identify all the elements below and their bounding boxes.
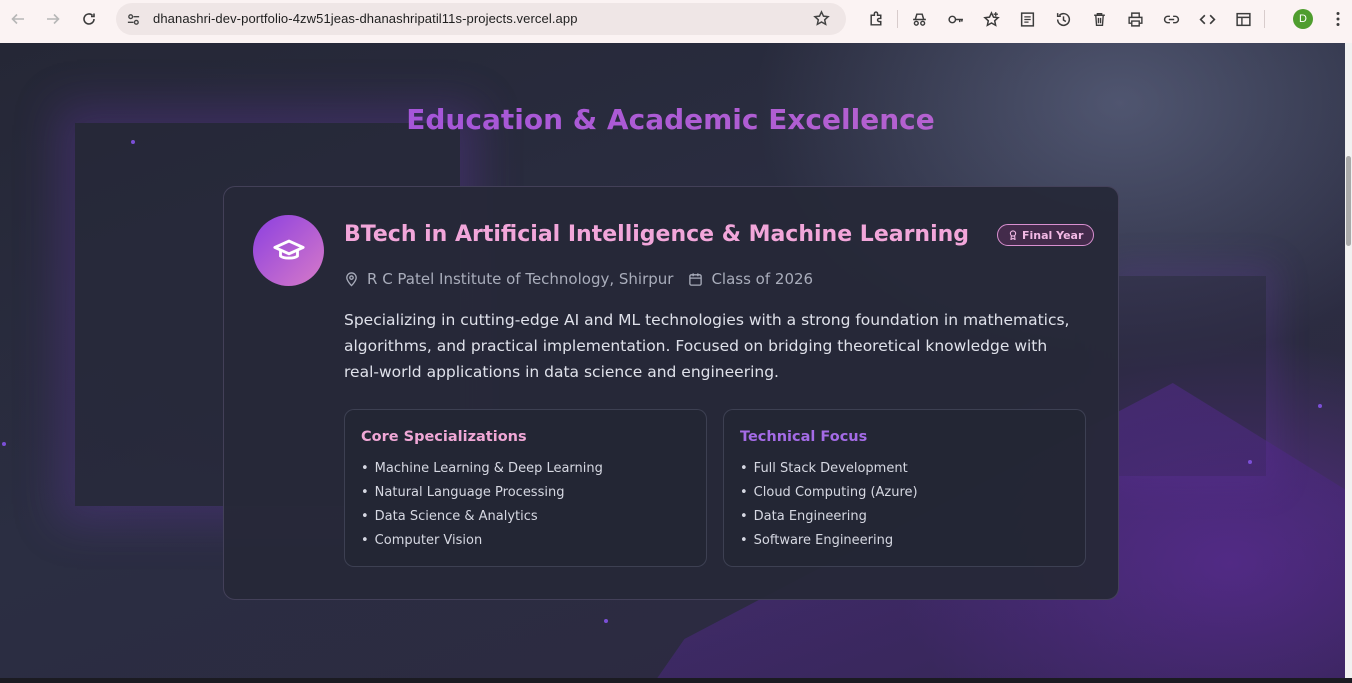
browser-menu-icon[interactable]: [1328, 9, 1348, 29]
map-pin-icon: [346, 271, 357, 287]
background-particle: [1318, 404, 1322, 408]
bottom-edge: [0, 678, 1352, 683]
list-item: Data Science & Analytics: [361, 508, 603, 532]
institution: R C Patel Institute of Technology, Shirp…: [344, 270, 673, 288]
reload-icon: [83, 13, 95, 25]
side-panel-icon[interactable]: [1225, 1, 1261, 37]
bookmark-star-icon[interactable]: [813, 10, 830, 31]
calendar-icon: [689, 272, 703, 286]
status-badge: Final Year: [997, 224, 1095, 246]
core-specializations-list: Machine Learning & Deep Learning Natural…: [361, 460, 603, 556]
background-particle: [131, 140, 135, 144]
page-scrollbar[interactable]: [1345, 43, 1352, 678]
status-badge-label: Final Year: [1022, 228, 1084, 242]
education-description: Specializing in cutting-edge AI and ML t…: [344, 311, 1070, 381]
arrow-right-icon: [47, 13, 60, 25]
list-item: Computer Vision: [361, 532, 603, 556]
address-bar[interactable]: dhanashri-dev-portfolio-4zw51jeas-dhanas…: [116, 3, 846, 35]
browser-toolbar: dhanashri-dev-portfolio-4zw51jeas-dhanas…: [0, 0, 1352, 43]
list-item: Natural Language Processing: [361, 484, 603, 508]
bookmarks-star-icon[interactable]: [973, 1, 1009, 37]
toolbar-icons: [858, 0, 1268, 38]
url-text[interactable]: dhanashri-dev-portfolio-4zw51jeas-dhanas…: [153, 11, 578, 26]
class-of-text: Class of 2026: [711, 270, 814, 288]
reading-list-icon[interactable]: [1009, 1, 1045, 37]
graduation-cap-icon: [272, 239, 305, 259]
back-button[interactable]: [0, 1, 36, 37]
list-item: Software Engineering: [740, 532, 918, 556]
core-specializations-title: Core Specializations: [361, 429, 527, 445]
delete-icon[interactable]: [1081, 1, 1117, 37]
technical-focus-title: Technical Focus: [740, 429, 868, 445]
password-key-icon[interactable]: [937, 1, 973, 37]
education-meta: R C Patel Institute of Technology, Shirp…: [344, 270, 813, 288]
toolbar-divider: [897, 10, 898, 28]
arrow-left-icon: [11, 13, 24, 25]
forward-button[interactable]: [35, 1, 71, 37]
technical-focus-box: Technical Focus Full Stack Development C…: [723, 409, 1086, 567]
extensions-icon[interactable]: [858, 1, 894, 37]
section-title: Education & Academic Excellence: [0, 103, 1341, 136]
scrollbar-thumb[interactable]: [1346, 156, 1351, 246]
toolbar-divider: [1264, 10, 1265, 28]
core-specializations-box: Core Specializations Machine Learning & …: [344, 409, 707, 567]
incognito-icon[interactable]: [901, 1, 937, 37]
degree-title: BTech in Artificial Intelligence & Machi…: [344, 222, 970, 247]
technical-focus-list: Full Stack Development Cloud Computing (…: [740, 460, 918, 556]
list-item: Cloud Computing (Azure): [740, 484, 918, 508]
list-item: Machine Learning & Deep Learning: [361, 460, 603, 484]
background-particle: [1248, 460, 1252, 464]
list-item: Full Stack Development: [740, 460, 918, 484]
education-card: BTech in Artificial Intelligence & Machi…: [223, 186, 1119, 600]
print-icon[interactable]: [1117, 1, 1153, 37]
history-icon[interactable]: [1045, 1, 1081, 37]
profile-avatar[interactable]: D: [1293, 9, 1313, 29]
institution-name: R C Patel Institute of Technology, Shirp…: [367, 270, 674, 288]
graduation-year: Class of 2026: [688, 270, 813, 288]
link-icon[interactable]: [1153, 1, 1189, 37]
background-particle: [2, 442, 6, 446]
background-particle: [604, 619, 608, 623]
reload-button[interactable]: [71, 1, 107, 37]
list-item: Data Engineering: [740, 508, 918, 532]
award-icon: [1009, 230, 1017, 240]
graduation-cap-badge: [253, 215, 324, 286]
site-settings-icon[interactable]: [122, 8, 144, 30]
education-section: Education & Academic Excellence BTech in…: [0, 43, 1345, 678]
code-icon[interactable]: [1189, 1, 1225, 37]
